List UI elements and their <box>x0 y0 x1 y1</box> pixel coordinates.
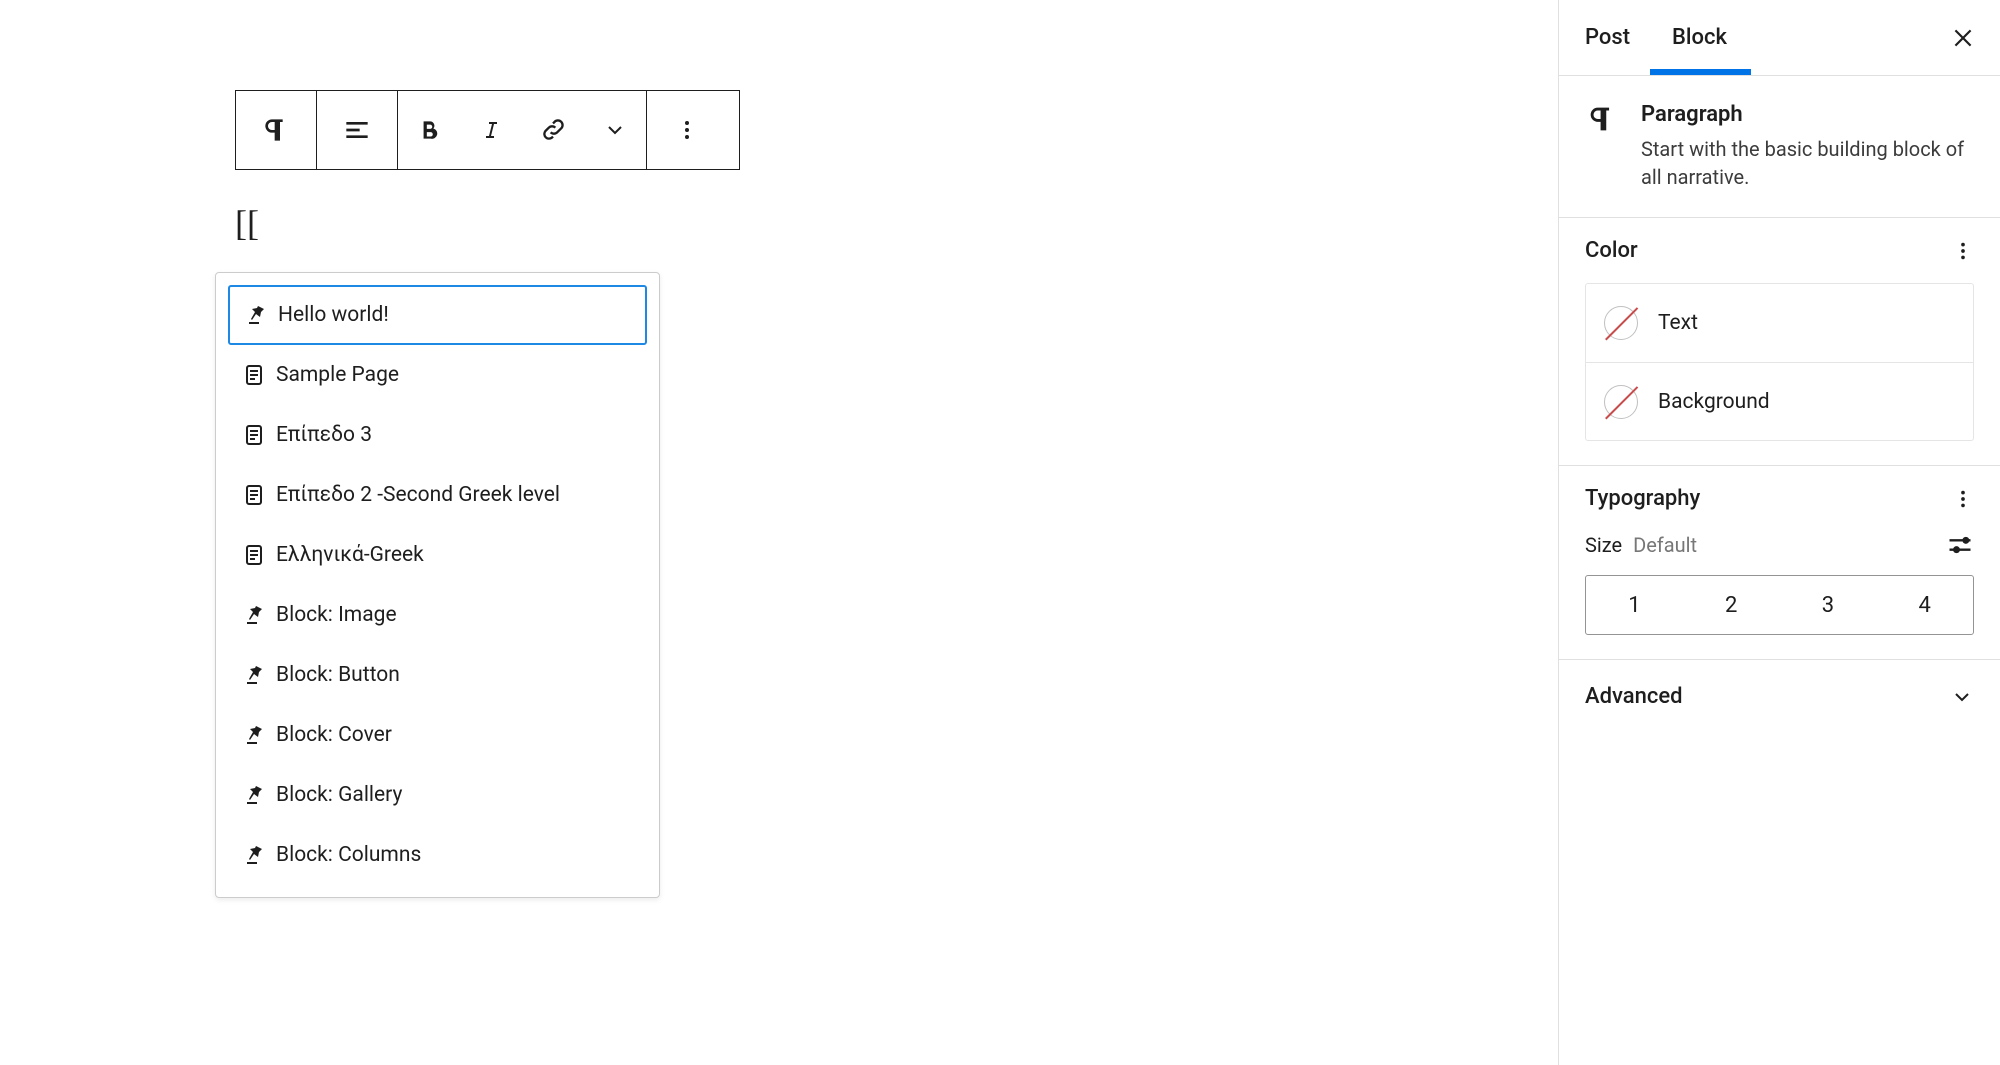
autocomplete-item-label: Ελληνικά-Greek <box>276 543 424 567</box>
align-button[interactable] <box>317 91 397 169</box>
chevron-down-icon <box>603 118 627 142</box>
typography-panel-title: Typography <box>1585 486 1700 511</box>
paragraph-icon <box>260 114 292 146</box>
color-panel: Color Text Background <box>1559 218 2000 466</box>
color-panel-options-button[interactable] <box>1952 240 1974 262</box>
pushpin-icon <box>242 843 266 867</box>
close-sidebar-button[interactable] <box>1948 23 1978 53</box>
block-type-title: Paragraph <box>1641 102 1974 127</box>
tab-post[interactable]: Post <box>1581 1 1648 74</box>
block-info-panel: Paragraph Start with the basic building … <box>1559 76 2000 218</box>
pushpin-icon <box>244 303 268 327</box>
custom-size-toggle-button[interactable] <box>1946 531 1974 559</box>
page-icon <box>242 483 266 507</box>
sidebar-tabs: Post Block <box>1559 0 2000 76</box>
bold-icon <box>416 117 442 143</box>
autocomplete-item-label: Επίπεδο 3 <box>276 423 372 447</box>
autocomplete-item[interactable]: Ελληνικά-Greek <box>228 525 647 585</box>
autocomplete-item[interactable]: Επίπεδο 3 <box>228 405 647 465</box>
paragraph-block-content[interactable]: [[ <box>235 202 1558 244</box>
autocomplete-item-label: Sample Page <box>276 363 399 387</box>
autocomplete-item[interactable]: Block: Columns <box>228 825 647 885</box>
block-toolbar <box>235 90 740 170</box>
advanced-panel-title: Advanced <box>1585 684 1683 709</box>
page-icon <box>242 423 266 447</box>
empty-swatch-icon <box>1604 385 1638 419</box>
text-color-label: Text <box>1658 311 1698 335</box>
pushpin-icon <box>242 723 266 747</box>
block-options-button[interactable] <box>647 91 727 169</box>
font-size-presets: 1234 <box>1585 575 1974 635</box>
autocomplete-item-label: Επίπεδο 2 -Second Greek level <box>276 483 560 507</box>
align-left-icon <box>341 114 373 146</box>
font-size-preset-4[interactable]: 4 <box>1876 576 1973 634</box>
autocomplete-item-label: Block: Cover <box>276 723 392 747</box>
empty-swatch-icon <box>1604 306 1638 340</box>
autocomplete-item-label: Block: Image <box>276 603 397 627</box>
pushpin-icon <box>242 663 266 687</box>
text-color-button[interactable]: Text <box>1586 284 1973 362</box>
bold-button[interactable] <box>398 91 460 169</box>
autocomplete-item[interactable]: Block: Cover <box>228 705 647 765</box>
font-size-preset-3[interactable]: 3 <box>1780 576 1877 634</box>
font-size-preset-2[interactable]: 2 <box>1683 576 1780 634</box>
size-label: Size <box>1585 533 1622 557</box>
close-icon <box>1950 25 1976 51</box>
block-type-description: Start with the basic building block of a… <box>1641 135 1974 191</box>
autocomplete-item[interactable]: Επίπεδο 2 -Second Greek level <box>228 465 647 525</box>
sliders-icon <box>1946 531 1974 559</box>
link-icon <box>539 116 567 144</box>
autocomplete-item-label: Block: Gallery <box>276 783 402 807</box>
autocomplete-item-label: Hello world! <box>278 303 389 327</box>
block-type-paragraph-button[interactable] <box>236 91 316 169</box>
page-icon <box>242 543 266 567</box>
advanced-panel-toggle[interactable]: Advanced <box>1559 660 2000 733</box>
chevron-down-icon <box>1950 685 1974 709</box>
autocomplete-item[interactable]: Block: Image <box>228 585 647 645</box>
autocomplete-item[interactable]: Sample Page <box>228 345 647 405</box>
autocomplete-item[interactable]: Block: Button <box>228 645 647 705</box>
autocomplete-popup: Hello world! Sample Page Επίπεδο 3 Επίπεδο … <box>215 272 660 898</box>
color-panel-title: Color <box>1585 238 1638 263</box>
background-color-button[interactable]: Background <box>1586 362 1973 440</box>
autocomplete-item[interactable]: Block: Gallery <box>228 765 647 825</box>
more-vertical-icon <box>1952 488 1974 510</box>
size-default-label: Default <box>1633 533 1697 557</box>
more-rich-text-button[interactable] <box>584 91 646 169</box>
more-vertical-icon <box>1952 240 1974 262</box>
autocomplete-item-label: Block: Button <box>276 663 400 687</box>
italic-button[interactable] <box>460 91 522 169</box>
pushpin-icon <box>242 783 266 807</box>
page-icon <box>242 363 266 387</box>
link-button[interactable] <box>522 91 584 169</box>
settings-sidebar: Post Block Paragraph Start with the basi… <box>1558 0 2000 1065</box>
autocomplete-item-label: Block: Columns <box>276 843 421 867</box>
tab-block[interactable]: Block <box>1668 1 1745 74</box>
typography-panel: Typography Size Default 1234 <box>1559 466 2000 660</box>
editor-canvas: A l l • l <box>0 0 1558 1065</box>
italic-icon <box>479 118 503 142</box>
font-size-preset-1[interactable]: 1 <box>1586 576 1683 634</box>
autocomplete-item[interactable]: Hello world! <box>228 285 647 345</box>
pushpin-icon <box>242 603 266 627</box>
background-color-label: Background <box>1658 390 1770 414</box>
typography-panel-options-button[interactable] <box>1952 488 1974 510</box>
paragraph-icon <box>1585 102 1619 191</box>
more-vertical-icon <box>675 118 699 142</box>
